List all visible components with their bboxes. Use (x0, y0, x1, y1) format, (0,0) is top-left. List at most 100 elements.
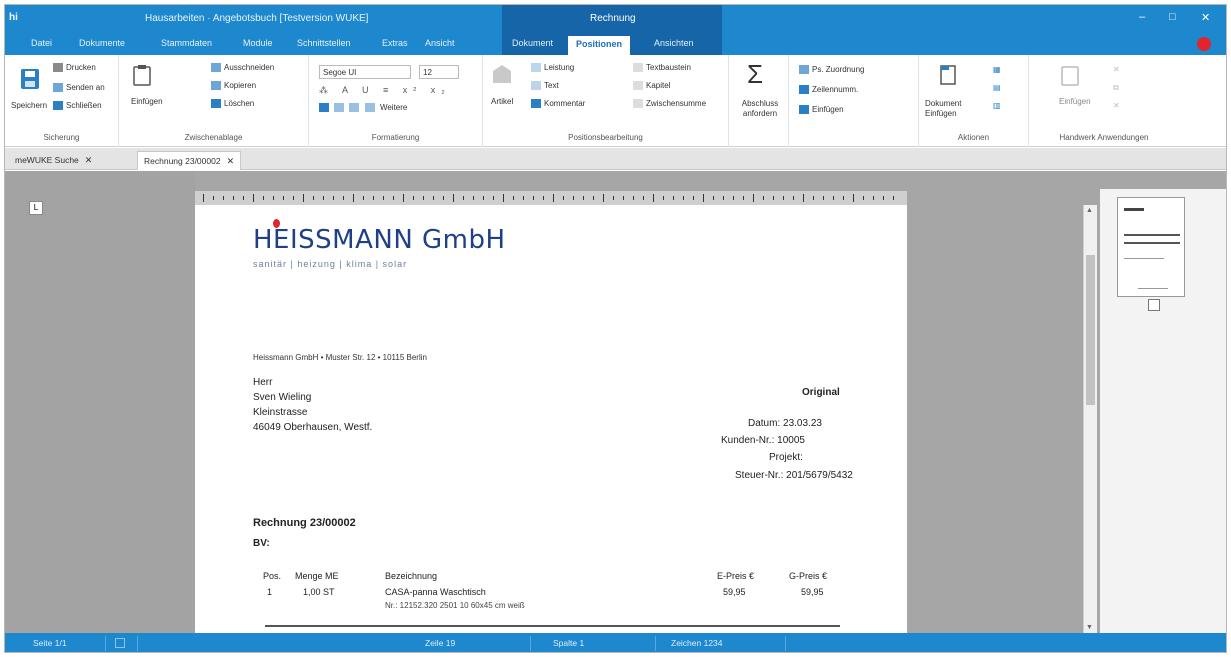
leistung-button[interactable]: Leistung (531, 63, 574, 73)
copy-button[interactable]: Kopieren (211, 81, 256, 91)
justify-icon[interactable] (364, 103, 375, 113)
ruler-tick (403, 194, 404, 202)
status-layout-icon[interactable] (115, 638, 125, 648)
scroll-down-icon[interactable]: ▼ (1086, 624, 1093, 631)
row-pos: 1 (267, 587, 273, 597)
tab-module[interactable]: Module (243, 38, 273, 48)
scroll-thumb[interactable] (1086, 255, 1095, 405)
align-toolbar-row[interactable]: Weitere (319, 103, 407, 113)
ruler-tick (513, 196, 514, 200)
doc-tab-invoice[interactable]: Rechnung 23/00002 ✕ (137, 151, 242, 170)
article-button[interactable]: Artikel (491, 97, 513, 106)
assign-button[interactable]: Ps. Zuordnung (799, 65, 864, 75)
close-button[interactable]: ✕ (1201, 11, 1210, 24)
ruler-tick (893, 196, 894, 200)
save-button[interactable]: Speichern (11, 101, 47, 110)
app-icon[interactable]: hi (9, 12, 23, 26)
paste-button[interactable]: Einfügen (131, 97, 163, 106)
ruler-tick (683, 196, 684, 200)
ruler-tick (503, 194, 504, 202)
print-button[interactable]: Drucken (53, 63, 96, 73)
send-to-button[interactable]: Senden an (53, 83, 105, 93)
delete-button[interactable]: Löschen (211, 99, 254, 109)
textblock-icon (633, 63, 643, 73)
group-handwerk: Einfügen ✕ ⧉ ✕ Handwerk Anwendungen (1029, 55, 1179, 147)
ruler-tick (573, 196, 574, 200)
tab-positionen[interactable]: Positionen (568, 36, 631, 55)
ruler-tick (483, 196, 484, 200)
action-icon-2[interactable]: ▤ (993, 83, 1001, 92)
cut-button[interactable]: Ausschneiden (211, 63, 274, 73)
ruler-tick (473, 196, 474, 200)
handwerk-icon-2[interactable]: ⧉ (1113, 83, 1119, 93)
tab-ansicht[interactable]: Ansicht (425, 38, 455, 48)
invoice-heading: Rechnung 23/00002 (253, 517, 356, 529)
notification-icon[interactable] (1197, 37, 1211, 51)
align-right-icon[interactable] (349, 103, 360, 113)
chapter-icon (633, 81, 643, 91)
insert-handwerk-button[interactable]: Einfügen (1059, 97, 1091, 106)
comment-button[interactable]: Kommentar (531, 99, 585, 109)
group-formatierung: Segoe UI 12 ⁂ A U ≡ x² x₂ Weitere Format… (309, 55, 483, 147)
chapter-button[interactable]: Kapitel (633, 81, 670, 91)
title-bar: hi Hausarbeiten · Angebotsbuch [Testvers… (5, 5, 1226, 33)
tab-ansichten[interactable]: Ansichten (654, 38, 694, 48)
close-tab-icon[interactable]: ✕ (85, 155, 93, 165)
ruler-tick (743, 196, 744, 200)
tab-stammdaten[interactable]: Stammdaten (161, 38, 212, 48)
row-desc-detail: Nr.: 12152.320 2501 10 60x45 cm weiß (385, 601, 525, 610)
ruler-tick (493, 196, 494, 200)
align-left-icon[interactable] (319, 103, 329, 113)
col-pos: Pos. (263, 571, 282, 581)
tab-schnittstellen[interactable]: Schnittstellen (297, 38, 351, 48)
handwerk-icon-3[interactable]: ✕ (1113, 101, 1120, 110)
tab-stop-selector[interactable]: L (29, 201, 43, 215)
vertical-scrollbar[interactable]: ▲ ▼ (1083, 205, 1097, 633)
action-icon-1[interactable]: ▦ (993, 65, 1001, 74)
page-thumbnail[interactable] (1117, 197, 1185, 297)
textblock-button[interactable]: Textbaustein (633, 63, 691, 73)
doc-tab-search[interactable]: meWUKE Suche ✕ (9, 151, 98, 170)
group-abschluss: Σ Abschluss anfordern (729, 55, 789, 147)
more-button[interactable]: Weitere (380, 103, 407, 112)
close-doc-button[interactable]: Schließen (53, 101, 102, 111)
horizontal-ruler[interactable] (195, 191, 907, 205)
scroll-up-icon[interactable]: ▲ (1086, 207, 1093, 214)
insert-icon (799, 105, 809, 115)
tab-datei[interactable]: Datei (31, 38, 52, 48)
font-select[interactable]: Segoe UI (319, 65, 411, 79)
line-number-button[interactable]: Zeilennumm. (799, 85, 858, 95)
action-icon-3[interactable]: ▥ (993, 101, 1001, 110)
subtotal-button[interactable]: Zwischensumme (633, 99, 706, 109)
service-icon (531, 63, 541, 73)
row-desc: CASA-panna Waschtisch (385, 587, 486, 597)
finish-button[interactable]: Abschluss anfordern (735, 99, 785, 119)
ruler-tick (223, 196, 224, 200)
application-window: hi Hausarbeiten · Angebotsbuch [Testvers… (4, 4, 1227, 653)
handwerk-icon-1[interactable]: ✕ (1113, 65, 1120, 74)
ruler-tick (273, 196, 274, 200)
insert-document-button[interactable]: Dokument Einfügen (925, 99, 975, 119)
restore-button[interactable]: □ (1169, 11, 1176, 23)
ruler-tick (423, 196, 424, 200)
align-center-icon[interactable] (334, 103, 345, 113)
document-page[interactable]: HEISSMANN GmbH sanitär | heizung | klima… (195, 205, 907, 633)
insert-small-button[interactable]: Einfügen (799, 105, 844, 115)
tab-dokumente[interactable]: Dokumente (79, 38, 125, 48)
group-aktionen: Dokument Einfügen ▦ ▤ ▥ Aktionen (919, 55, 1029, 147)
tab-dokument[interactable]: Dokument (512, 38, 553, 48)
format-toolbar-row1[interactable]: ⁂ A U ≡ x² x₂ (319, 85, 451, 96)
ruler-tick (363, 196, 364, 200)
close-tab-icon[interactable]: ✕ (227, 156, 235, 166)
tab-extras[interactable]: Extras (382, 38, 408, 48)
minimize-button[interactable]: – (1139, 11, 1145, 23)
ruler-tick (453, 194, 454, 202)
ruler-tick (643, 196, 644, 200)
sum-icon: Σ (747, 59, 764, 89)
company-logo: HEISSMANN GmbH (253, 225, 506, 255)
font-size-select[interactable]: 12 (419, 65, 459, 79)
text-button[interactable]: Text (531, 81, 559, 91)
thumbnail-page-marker (1148, 299, 1160, 311)
status-bar: Seite 1/1 Zeile 19 Spalte 1 Zeichen 1234 (5, 633, 1226, 652)
line-number-icon (799, 85, 809, 95)
